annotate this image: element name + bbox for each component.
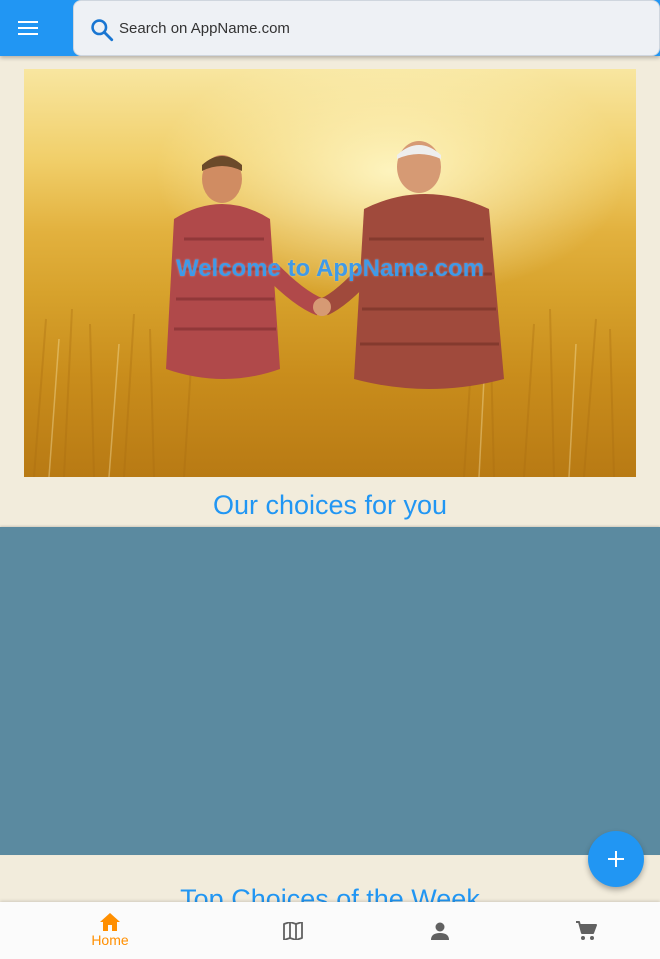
nav-home-label: Home xyxy=(91,932,129,948)
nav-map[interactable] xyxy=(263,902,323,959)
plus-icon xyxy=(608,851,624,867)
home-icon xyxy=(100,913,120,931)
hero-title: Welcome to AppName.com xyxy=(175,255,485,282)
nav-account[interactable] xyxy=(410,902,470,959)
choices-section-title: Our choices for you xyxy=(212,490,448,520)
bottom-navigation: Home xyxy=(0,902,660,959)
app-bar xyxy=(0,0,660,56)
nav-home[interactable]: Home xyxy=(70,902,150,959)
search-icon[interactable] xyxy=(89,17,115,43)
search-input[interactable] xyxy=(119,8,619,48)
menu-button[interactable] xyxy=(0,0,56,56)
hero-banner: Welcome to AppName.com xyxy=(24,69,636,477)
nav-cart[interactable] xyxy=(556,902,616,959)
choices-panel xyxy=(0,527,660,855)
menu-icon xyxy=(18,21,38,35)
add-button[interactable] xyxy=(588,831,644,887)
cart-icon xyxy=(576,920,597,940)
map-icon xyxy=(283,921,303,940)
person-icon xyxy=(431,922,449,940)
search-box[interactable] xyxy=(73,0,660,56)
